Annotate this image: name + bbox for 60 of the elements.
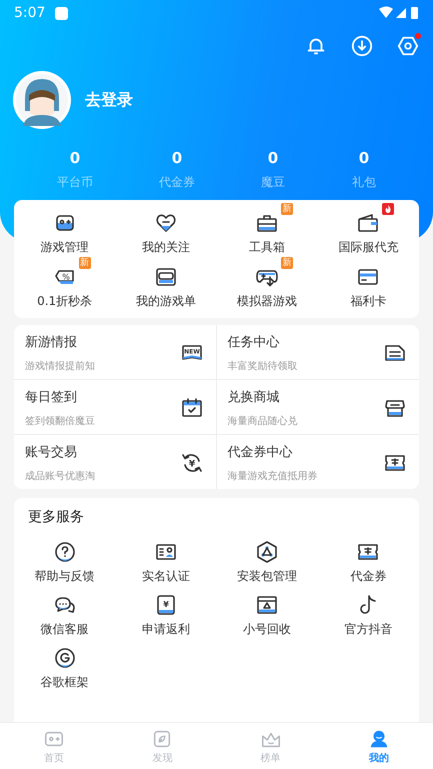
feature-item[interactable]: 账号交易 成品账号优惠淘 ¥ <box>14 435 216 489</box>
settings-icon[interactable] <box>397 35 419 57</box>
status-time: 5:07 <box>14 5 46 21</box>
notification-icon <box>55 6 68 20</box>
stat-label: 代金券 <box>159 174 195 191</box>
service-item[interactable]: 小号回收 <box>216 593 318 638</box>
feature-subtitle: 海量游戏充值抵用券 <box>228 470 318 482</box>
service-item[interactable]: 帮助与反馈 <box>14 540 116 585</box>
stat-label: 礼包 <box>352 174 376 191</box>
service-item[interactable]: 官方抖音 <box>318 593 419 638</box>
feature-subtitle: 成品账号优惠淘 <box>25 470 95 482</box>
new-badge: 新 <box>78 257 91 269</box>
feature-title: 兑换商城 <box>228 388 280 406</box>
stat-value: 0 <box>172 149 182 167</box>
stat-value: 0 <box>70 149 80 167</box>
feature-title: 代金券中心 <box>228 444 294 460</box>
status-icons <box>379 6 419 20</box>
service-item[interactable]: 安装包管理 <box>216 540 318 585</box>
avatar[interactable] <box>13 71 71 129</box>
stat-value: 0 <box>358 149 370 167</box>
shortcut-item[interactable]: 新 模拟器游戏 <box>216 256 318 310</box>
hexagon-nodes-icon <box>255 540 280 564</box>
g-letter-icon <box>52 646 77 670</box>
new-badge: 新 <box>281 257 294 269</box>
feature-item[interactable]: 任务中心 丰富奖励待领取 <box>216 325 419 380</box>
game-controller-icon <box>154 265 178 289</box>
download-icon[interactable] <box>351 35 373 57</box>
fire-badge-icon <box>382 203 394 215</box>
shortcut-item[interactable]: % 新 0.1折秒杀 <box>14 256 116 310</box>
stat-value: 0 <box>268 149 278 167</box>
shortcut-item[interactable]: 我的关注 <box>115 202 216 256</box>
wallet-icon <box>356 211 380 235</box>
shortcut-item[interactable]: 游戏管理 <box>14 202 116 256</box>
feature-item[interactable]: 兑换商城 海量商品随心兑 <box>216 380 419 435</box>
feature-subtitle: 丰富奖励待领取 <box>228 360 298 372</box>
calendar-icon <box>180 396 204 420</box>
shortcut-item[interactable]: 新 工具箱 <box>216 202 318 256</box>
feature-title: 新游情报 <box>25 334 78 350</box>
stat-label: 平台币 <box>57 174 93 191</box>
feature-subtitle: 海量商品随心兑 <box>228 414 298 428</box>
new-badge: 新 <box>281 203 294 215</box>
service-item[interactable]: 实名认证 <box>115 540 216 585</box>
feature-item[interactable]: 代金券中心 海量游戏充值抵用券 <box>216 435 419 489</box>
service-item[interactable]: 代金券 <box>318 540 419 585</box>
section-title: 更多服务 <box>27 508 84 526</box>
feature-item[interactable]: 每日签到 签到领翻倍魔豆 <box>14 380 216 435</box>
feature-subtitle: 游戏情报提前知 <box>25 360 95 372</box>
feature-subtitle: 签到领翻倍魔豆 <box>25 414 95 428</box>
service-item[interactable]: ¥ 申请返利 <box>115 593 216 638</box>
service-item[interactable]: 谷歌框架 <box>14 646 116 691</box>
recycle-window-icon <box>255 593 280 617</box>
stat-label: 魔豆 <box>261 174 285 191</box>
shortcut-item[interactable]: 福利卡 <box>318 256 419 310</box>
help-icon <box>52 540 77 564</box>
feature-title: 账号交易 <box>25 444 78 460</box>
shortcut-item[interactable]: 我的游戏单 <box>115 256 216 310</box>
feature-title: 每日签到 <box>25 388 78 406</box>
shortcut-item[interactable]: 国际服代充 <box>318 202 419 256</box>
feature-title: 任务中心 <box>228 334 280 350</box>
service-item[interactable]: 微信客服 <box>14 593 116 638</box>
